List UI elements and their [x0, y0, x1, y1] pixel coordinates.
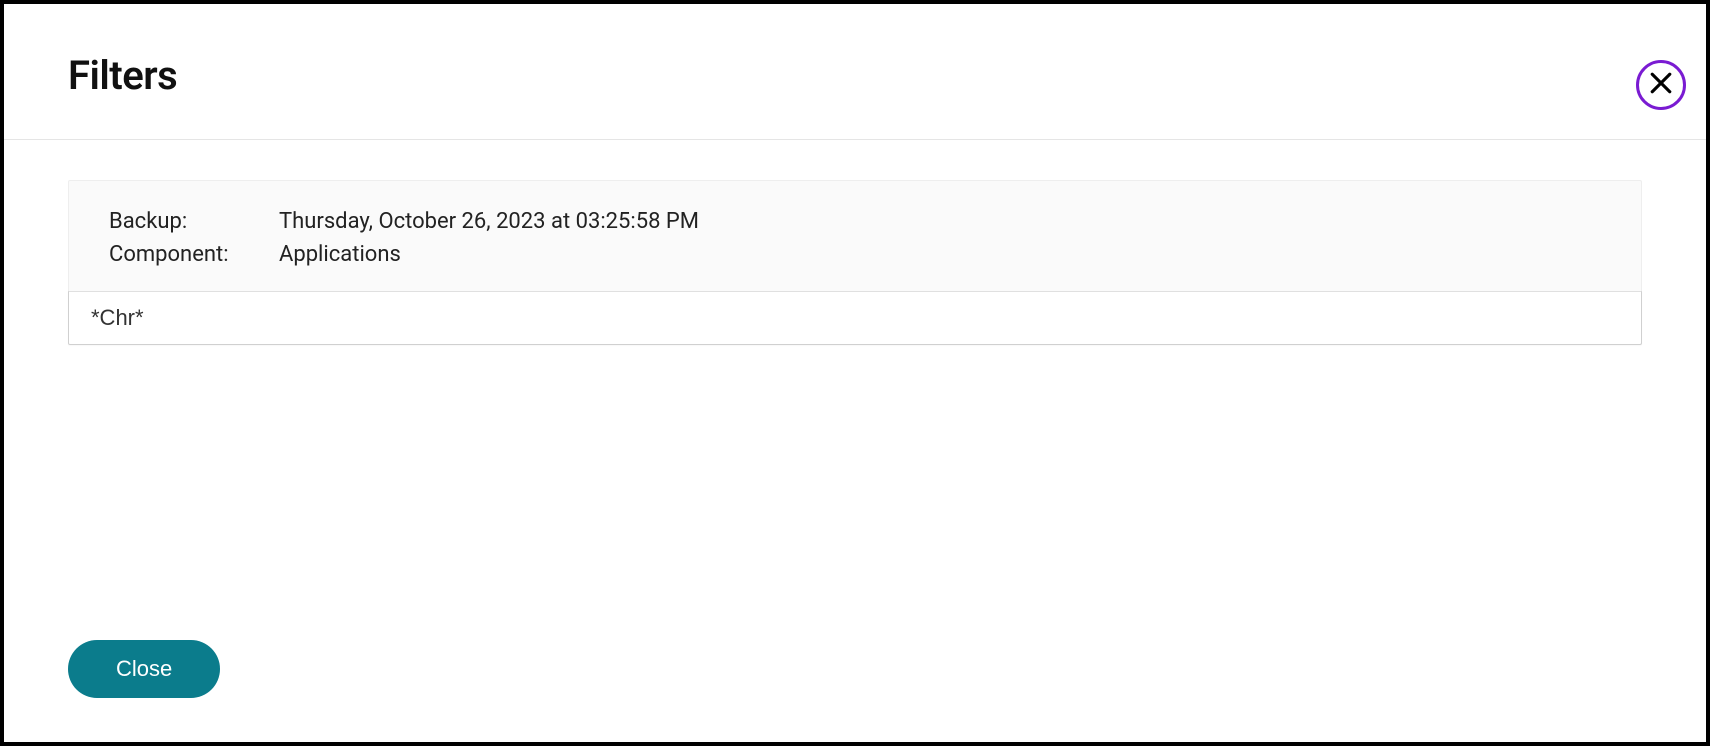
dialog-header: Filters: [4, 4, 1706, 140]
close-icon-button[interactable]: [1636, 60, 1686, 110]
filter-input[interactable]: [68, 291, 1642, 345]
dialog-footer: Close: [68, 640, 220, 698]
backup-label: Backup:: [109, 209, 279, 234]
backup-value: Thursday, October 26, 2023 at 03:25:58 P…: [279, 209, 1601, 234]
info-panel: Backup: Thursday, October 26, 2023 at 03…: [68, 180, 1642, 291]
info-row-component: Component: Applications: [109, 242, 1601, 267]
component-label: Component:: [109, 242, 279, 267]
info-row-backup: Backup: Thursday, October 26, 2023 at 03…: [109, 209, 1601, 234]
dialog-title: Filters: [68, 52, 1642, 99]
close-icon: [1646, 68, 1676, 102]
close-button[interactable]: Close: [68, 640, 220, 698]
dialog-content: Backup: Thursday, October 26, 2023 at 03…: [4, 140, 1706, 345]
component-value: Applications: [279, 242, 1601, 267]
